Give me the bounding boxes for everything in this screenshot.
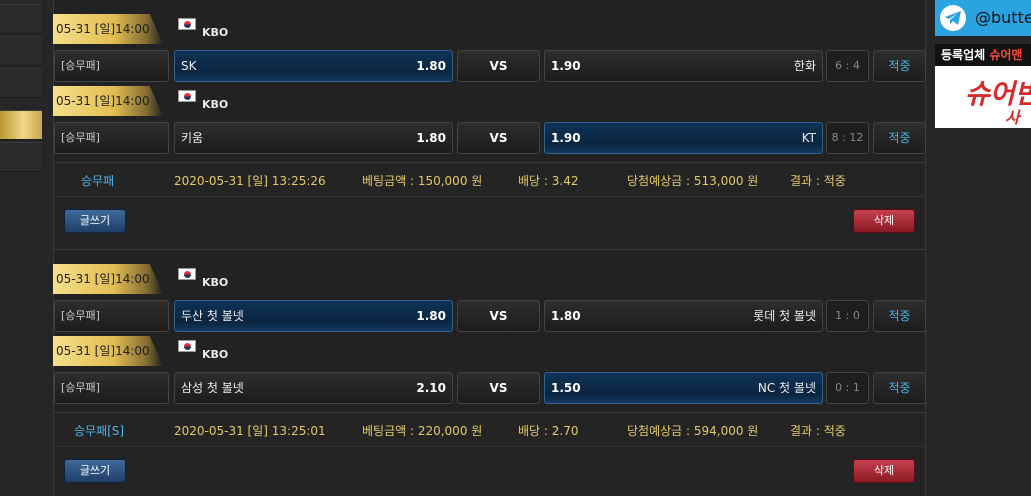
home-team-button[interactable]: 삼성 첫 볼넷 2.10: [174, 372, 453, 404]
match-date: 05-31 [일]14:00: [53, 14, 163, 44]
left-nav-item[interactable]: [0, 68, 42, 98]
odds-row: [승무패] SK 1.80 VS 1.90 한화 6 : 4 적중: [53, 50, 926, 82]
home-odds: 1.80: [416, 59, 446, 73]
bet-type: [승무패]: [54, 50, 169, 82]
away-team-name: 롯데 첫 볼넷: [753, 309, 816, 323]
odds-row: [승무패] 두산 첫 볼넷 1.80 VS 1.80 롯데 첫 볼넷 1 : 0…: [53, 300, 926, 332]
ad-banner-sub: 사: [1005, 108, 1020, 127]
ad-banner-header: 등록업체 슈어맨: [935, 44, 1031, 66]
vs-label: VS: [457, 122, 540, 154]
away-team-button[interactable]: 1.50 NC 첫 볼넷: [544, 372, 823, 404]
telegram-banner[interactable]: @butte: [935, 0, 1031, 36]
summary-type: 승무패[S]: [74, 424, 125, 438]
away-odds: 1.50: [551, 381, 581, 395]
home-team-button[interactable]: SK 1.80: [174, 50, 453, 82]
ad-banner[interactable]: 등록업체 슈어맨 슈어빈 사: [935, 44, 1031, 128]
summary-result: 결과 : 적중: [790, 174, 846, 188]
match-result: 적중: [873, 372, 926, 404]
away-team-button[interactable]: 1.90 KT: [544, 122, 823, 154]
away-team-button[interactable]: 1.80 롯데 첫 볼넷: [544, 300, 823, 332]
left-nav-item[interactable]: [0, 142, 42, 172]
home-team-name: 삼성 첫 볼넷: [181, 381, 244, 395]
summary-expected: 당첨예상금 : 513,000 원: [627, 174, 759, 188]
summary-datetime: 2020-05-31 [일] 13:25:01: [174, 424, 326, 438]
league-name: KBO: [202, 348, 229, 361]
summary-result: 결과 : 적중: [790, 424, 846, 438]
vs-label: VS: [457, 50, 540, 82]
away-team-name: KT: [801, 131, 816, 145]
home-team-name: SK: [181, 59, 197, 73]
bet-summary: 승무패 2020-05-31 [일] 13:25:26 베팅금액 : 150,0…: [53, 162, 926, 250]
home-odds: 2.10: [416, 381, 446, 395]
match-score: 6 : 4: [826, 50, 869, 82]
left-nav-item[interactable]: [0, 36, 42, 66]
match-date: 05-31 [일]14:00: [53, 336, 163, 366]
summary-type: 승무패: [81, 174, 115, 188]
vs-label: VS: [457, 372, 540, 404]
match-result: 적중: [873, 50, 926, 82]
left-nav-item[interactable]: [0, 4, 42, 34]
telegram-icon: [940, 5, 966, 31]
away-odds: 1.90: [551, 59, 581, 73]
league-name: KBO: [202, 276, 229, 289]
summary-expected: 당첨예상금 : 594,000 원: [627, 424, 759, 438]
korea-flag-icon: [178, 268, 196, 280]
bet-type: [승무패]: [54, 300, 169, 332]
odds-row: [승무패] 삼성 첫 볼넷 2.10 VS 1.50 NC 첫 볼넷 0 : 1…: [53, 372, 926, 404]
match-date: 05-31 [일]14:00: [53, 86, 163, 116]
delete-button[interactable]: 삭제: [853, 459, 915, 483]
summary-amount: 베팅금액 : 150,000 원: [362, 174, 483, 188]
match-score: 0 : 1: [826, 372, 869, 404]
match-card: 05-31 [일]14:00 KBO [승무패] 두산 첫 볼넷 1.80 VS…: [53, 264, 926, 336]
league-name: KBO: [202, 26, 229, 39]
bet-summary-line: 승무패[S] 2020-05-31 [일] 13:25:01 베팅금액 : 22…: [54, 413, 925, 447]
match-result: 적중: [873, 122, 926, 154]
match-score: 8 : 12: [826, 122, 869, 154]
home-team-button[interactable]: 키움 1.80: [174, 122, 453, 154]
away-team-name: 한화: [793, 59, 816, 73]
home-odds: 1.80: [416, 309, 446, 323]
match-card: 05-31 [일]14:00 KBO [승무패] SK 1.80 VS 1.90…: [53, 14, 926, 86]
away-team-name: NC 첫 볼넷: [757, 381, 816, 395]
ad-banner-header-red: 슈어맨: [989, 48, 1023, 62]
bet-type: [승무패]: [54, 122, 169, 154]
bet-summary-line: 승무패 2020-05-31 [일] 13:25:26 베팅금액 : 150,0…: [54, 163, 925, 197]
korea-flag-icon: [178, 18, 196, 30]
odds-row: [승무패] 키움 1.80 VS 1.90 KT 8 : 12 적중: [53, 122, 926, 154]
bet-type: [승무패]: [54, 372, 169, 404]
telegram-handle: @butte: [975, 8, 1031, 27]
vs-label: VS: [457, 300, 540, 332]
match-score: 1 : 0: [826, 300, 869, 332]
write-button[interactable]: 글쓰기: [64, 209, 126, 233]
left-nav-item-active[interactable]: [0, 110, 42, 140]
match-date: 05-31 [일]14:00: [53, 264, 163, 294]
home-odds: 1.80: [416, 131, 446, 145]
summary-rate: 배당 : 2.70: [518, 424, 579, 438]
summary-datetime: 2020-05-31 [일] 13:25:26: [174, 174, 326, 188]
ad-banner-header-white: 등록업체: [941, 48, 990, 62]
home-team-name: 키움: [181, 131, 204, 145]
korea-flag-icon: [178, 90, 196, 102]
korea-flag-icon: [178, 340, 196, 352]
away-team-button[interactable]: 1.90 한화: [544, 50, 823, 82]
match-card: 05-31 [일]14:00 KBO [승무패] 삼성 첫 볼넷 2.10 VS…: [53, 336, 926, 408]
home-team-name: 두산 첫 볼넷: [181, 309, 244, 323]
league-name: KBO: [202, 98, 229, 111]
away-odds: 1.90: [551, 131, 581, 145]
bet-summary: 승무패[S] 2020-05-31 [일] 13:25:01 베팅금액 : 22…: [53, 412, 926, 496]
delete-button[interactable]: 삭제: [853, 209, 915, 233]
home-team-button[interactable]: 두산 첫 볼넷 1.80: [174, 300, 453, 332]
ad-banner-brand: 슈어빈: [965, 79, 1031, 110]
summary-rate: 배당 : 3.42: [518, 174, 579, 188]
match-result: 적중: [873, 300, 926, 332]
page: 05-31 [일]14:00 KBO [승무패] SK 1.80 VS 1.90…: [0, 0, 1031, 496]
away-odds: 1.80: [551, 309, 581, 323]
summary-amount: 베팅금액 : 220,000 원: [362, 424, 483, 438]
write-button[interactable]: 글쓰기: [64, 459, 126, 483]
match-card: 05-31 [일]14:00 KBO [승무패] 키움 1.80 VS 1.90…: [53, 86, 926, 158]
